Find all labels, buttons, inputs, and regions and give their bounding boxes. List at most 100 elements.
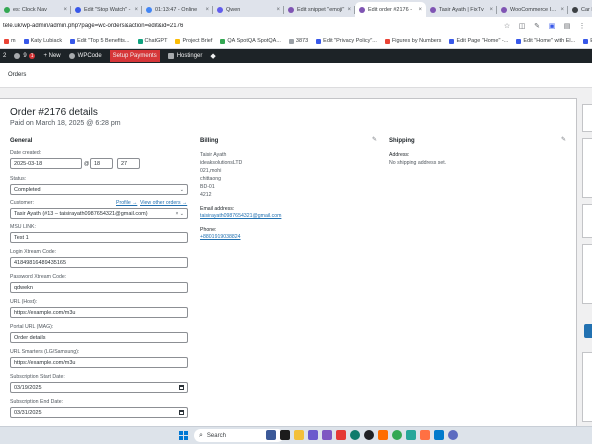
general-heading: General [10,138,33,144]
adminbar-hostinger[interactable]: Hostinger [167,53,202,59]
bookmark-item[interactable]: Figures by Numbers [384,38,441,44]
edit-shipping-pencil-icon[interactable]: ✎ [561,136,566,143]
bookmark-favicon-icon [23,38,29,44]
file-explorer-icon[interactable] [294,430,304,440]
date-created-input[interactable]: 2025-03-18 [10,158,82,169]
browser-tab[interactable]: Edit "Stop Watch" - × [71,2,142,17]
extensions-icon[interactable]: ▣ [548,22,556,30]
adminbar-setup-payments[interactable]: Setup Payments [109,50,160,62]
shipping-address-value: No shipping address set. [389,160,447,166]
bookmark-item[interactable]: QA SpotQA SpotQA... [220,38,281,44]
close-tab-icon[interactable]: × [134,7,138,13]
billing-email-link[interactable]: taisirayath0987654321@gmail.com [200,213,281,219]
close-tab-icon[interactable]: × [489,7,493,13]
bookmark-item[interactable]: Katy Lubiack [23,38,63,44]
edge-icon[interactable] [350,430,360,440]
bookmark-star-icon[interactable]: ☆ [503,22,511,30]
xtream-code-input[interactable]: 41849816489435165 [10,257,188,268]
orders-header: Orders [0,63,592,88]
browser-tab[interactable]: 01:13:47 - Online × [142,2,213,17]
browser-tab[interactable]: WooCommerce IPTV × [497,2,568,17]
billing-phone-link[interactable]: +8801919038824 [200,234,241,240]
password-value: qdwekn [14,284,33,291]
portal-url-input[interactable]: Order details [10,332,188,343]
more-menu-icon[interactable]: ⋮ [578,22,586,30]
browser-tab[interactable]: Edit order #2176 - × [355,2,426,17]
url-host-input[interactable]: https://example.com/m3u [10,307,188,318]
minute-input[interactable]: 27 [117,158,140,169]
browser-tab[interactable]: Qwen × [213,2,284,17]
favicon-icon [288,6,294,13]
url-field[interactable]: tele.uk/wp-admin/admin.php?page=wc-order… [0,23,503,29]
adminbar-updates[interactable]: 2 [3,53,6,59]
sub-start-input[interactable]: 03/19/2025 [10,382,188,393]
favicon-icon [217,6,223,13]
bookmark-item[interactable]: Edit Page "Home" -... [449,38,508,44]
close-tab-icon[interactable]: × [63,7,67,13]
wpcode-icon [68,53,75,59]
tab-title: Edit "Stop Watch" - [84,6,131,13]
bookmark-item[interactable]: Edit "Home" with El... [516,38,575,44]
address-bar: tele.uk/wp-admin/admin.php?page=wc-order… [0,17,592,34]
close-tab-icon[interactable]: × [418,7,422,13]
adminbar-new[interactable]: + New [43,53,60,59]
view-other-orders-link[interactable]: View other orders → [140,200,187,206]
bookmark-item[interactable]: Project Brief [175,38,212,44]
pen-icon[interactable]: ✎ [533,22,541,30]
status-select[interactable]: Completed ⌄ [10,184,188,195]
reader-icon[interactable]: ▤ [563,22,571,30]
vscode-icon[interactable] [434,430,444,440]
browser-tab[interactable]: Edit snippet "emoji" × [284,2,355,17]
bookmark-item[interactable]: Edit Post "KUR [583,38,592,44]
order-title: Order #2176 details [10,107,98,118]
app-icon[interactable] [336,430,346,440]
bookmark-favicon-icon [449,38,455,44]
smarters-url-input[interactable]: https://example.com/m3u [10,357,188,368]
adminbar-diamond[interactable]: ◆ [210,52,215,60]
chrome-icon[interactable] [392,430,402,440]
msu-link-input[interactable]: Test 1 [10,232,188,243]
close-tab-icon[interactable]: × [276,7,280,13]
tab-title: Qwen [226,6,241,13]
order-paid-subtitle: Paid on March 18, 2025 @ 6:28 pm [10,120,121,127]
bookmark-item[interactable]: m [4,38,16,44]
app-icon[interactable] [378,430,388,440]
browser-tab[interactable]: Tasir Ayath | FixTv × [426,2,497,17]
adminbar-wpcode[interactable]: WPCode [68,53,102,59]
app-icon[interactable] [308,430,318,440]
password-label: Password Xtream Code: [10,274,67,280]
password-input[interactable]: qdwekn [10,282,188,293]
smarters-url-value: https://example.com/m3u [14,359,76,366]
app-icon[interactable] [420,430,430,440]
widget-icon[interactable] [266,430,276,440]
app-icon[interactable] [448,430,458,440]
bookmark-item[interactable]: Edit "Top 5 Benefits... [70,38,130,44]
billing-line: chittaong [200,176,222,182]
start-button[interactable] [179,431,188,440]
bookmark-item[interactable]: Edit "Privacy Policy"... [316,38,377,44]
bookmark-label: Katy Lubiack [30,38,63,44]
sub-end-input[interactable]: 03/31/2025 [10,407,188,418]
task-view-icon[interactable] [280,430,290,440]
close-tab-icon[interactable]: × [205,7,209,13]
browser-tab[interactable]: Car Keys Re× [568,2,592,17]
smarters-url-label: URL Smarters (LG/Samsung): [10,349,80,355]
billing-heading: Billing [200,138,219,144]
bookmark-item[interactable]: 3873 [288,38,308,44]
app-icon[interactable] [406,430,416,440]
close-tab-icon[interactable]: × [347,7,351,13]
hour-input[interactable]: 18 [90,158,113,169]
taskbar-search-text: Search [206,432,226,439]
adminbar-comments[interactable]: 91 [14,53,36,59]
customer-select[interactable]: Tasir Ayath (#13 – taisirayath0987654321… [10,208,188,219]
customer-profile-link[interactable]: Profile → [116,200,137,206]
bookmark-item[interactable]: ChatGPT [137,38,167,44]
sidebar-action-button[interactable] [584,324,592,338]
app-icon[interactable] [322,430,332,440]
browser-tab[interactable]: es: Clock Nav × [0,2,71,17]
edit-billing-pencil-icon[interactable]: ✎ [372,136,377,143]
bookmark-label: QA SpotQA SpotQA... [227,38,281,44]
close-tab-icon[interactable]: × [560,7,564,13]
app-icon[interactable] [364,430,374,440]
screenshot-icon[interactable]: ◫ [518,22,526,30]
